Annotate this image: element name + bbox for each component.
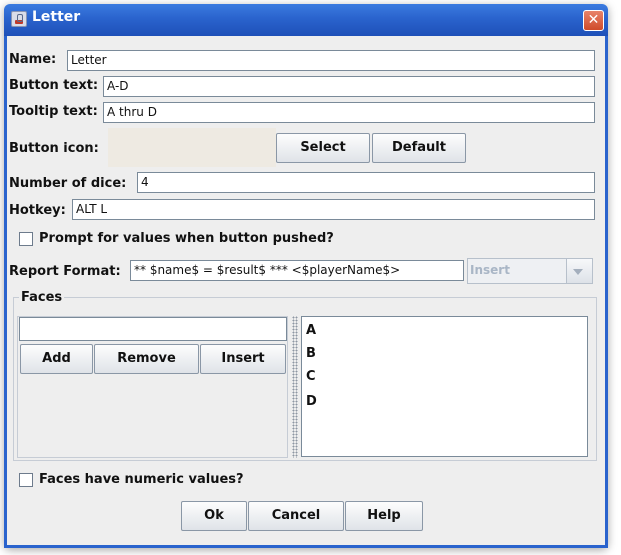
default-button[interactable]: Default xyxy=(372,133,466,163)
select-button[interactable]: Select xyxy=(276,133,370,163)
add-face-button[interactable]: Add xyxy=(20,344,93,374)
name-label: Name: xyxy=(9,52,57,67)
chevron-down-icon xyxy=(566,259,592,283)
button-icon-label: Button icon: xyxy=(9,141,99,156)
help-button[interactable]: Help xyxy=(345,501,423,531)
dice-field[interactable]: 4 xyxy=(137,172,595,193)
insert-dropdown: Insert xyxy=(467,258,593,284)
faces-list[interactable]: A B C D xyxy=(301,316,588,457)
split-divider[interactable] xyxy=(292,316,298,458)
title-bar[interactable] xyxy=(4,4,608,36)
list-item[interactable]: B xyxy=(306,346,316,361)
button-icon-preview xyxy=(108,128,276,167)
report-format-label: Report Format: xyxy=(9,264,121,279)
faces-group-label: Faces xyxy=(19,290,65,305)
cancel-button[interactable]: Cancel xyxy=(248,501,344,531)
close-icon[interactable]: ✕ xyxy=(583,10,604,31)
numeric-values-label[interactable]: Faces have numeric values? xyxy=(39,472,244,487)
window-title: Letter xyxy=(32,9,81,25)
prompt-checkbox[interactable] xyxy=(19,232,33,246)
button-text-field[interactable]: A-D xyxy=(103,76,595,97)
list-item[interactable]: D xyxy=(306,394,317,409)
numeric-values-checkbox[interactable] xyxy=(19,473,33,487)
java-cup-icon xyxy=(11,11,27,27)
list-item[interactable]: A xyxy=(306,323,316,338)
hotkey-field[interactable]: ALT L xyxy=(72,199,595,220)
insert-dropdown-label: Insert xyxy=(470,263,510,277)
tooltip-field[interactable]: A thru D xyxy=(103,102,595,123)
prompt-checkbox-label[interactable]: Prompt for values when button pushed? xyxy=(39,231,334,246)
list-item[interactable]: C xyxy=(306,369,316,384)
ok-button[interactable]: Ok xyxy=(181,501,247,531)
name-field[interactable]: Letter xyxy=(67,50,595,71)
insert-face-button[interactable]: Insert xyxy=(200,344,286,374)
faces-input[interactable] xyxy=(19,317,287,341)
remove-face-button[interactable]: Remove xyxy=(94,344,199,374)
dice-label: Number of dice: xyxy=(9,176,127,191)
button-text-label: Button text: xyxy=(9,78,99,93)
report-format-field[interactable]: ** $name$ = $result$ *** <$playerName$> xyxy=(130,260,464,281)
tooltip-label: Tooltip text: xyxy=(9,104,98,119)
hotkey-label: Hotkey: xyxy=(9,203,66,218)
